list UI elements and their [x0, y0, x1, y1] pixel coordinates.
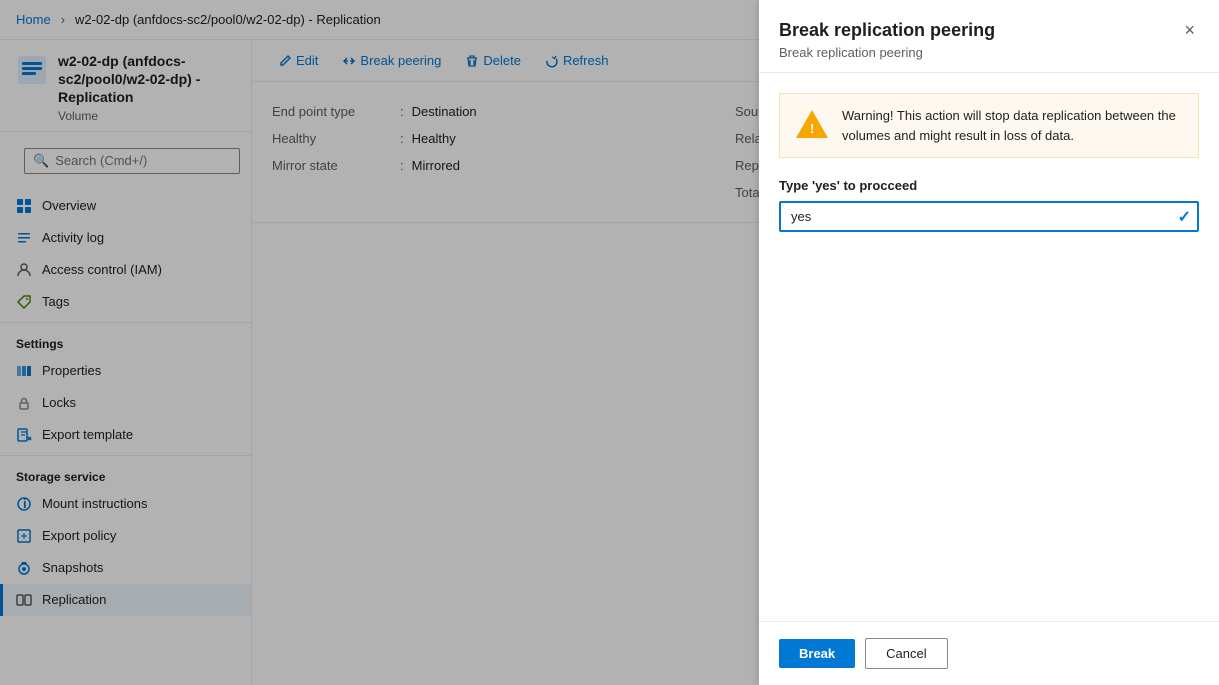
warning-text: Warning! This action will stop data repl…	[842, 106, 1184, 145]
warning-icon: !	[794, 106, 830, 142]
panel-footer: Break Cancel	[759, 621, 1219, 685]
panel-title: Break replication peering	[779, 20, 995, 41]
cancel-button[interactable]: Cancel	[865, 638, 947, 669]
check-icon: ✓	[1178, 207, 1191, 227]
break-button[interactable]: Break	[779, 639, 855, 668]
overlay-backdrop: Break replication peering Break replicat…	[0, 0, 1219, 685]
warning-box: ! Warning! This action will stop data re…	[779, 93, 1199, 158]
panel-body: ! Warning! This action will stop data re…	[759, 73, 1219, 621]
field-label: Type 'yes' to procceed	[779, 178, 1199, 193]
side-panel: Break replication peering Break replicat…	[759, 0, 1219, 685]
yes-input[interactable]	[779, 201, 1199, 232]
yes-field: Type 'yes' to procceed ✓	[779, 178, 1199, 232]
panel-header: Break replication peering Break replicat…	[759, 0, 1219, 73]
svg-text:!: !	[810, 121, 814, 136]
input-wrapper: ✓	[779, 201, 1199, 232]
panel-close-button[interactable]: ×	[1180, 20, 1199, 41]
panel-subtitle: Break replication peering	[779, 45, 995, 60]
